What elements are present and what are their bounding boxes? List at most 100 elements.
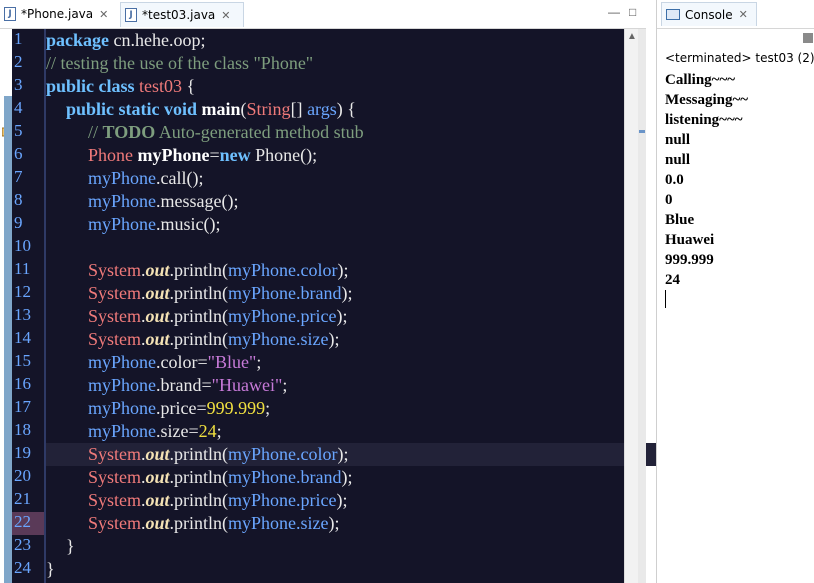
comment: //	[88, 122, 103, 142]
variable: myPhone	[88, 191, 157, 211]
scroll-up-icon[interactable]: ▲	[627, 31, 637, 42]
output-line: null	[665, 132, 691, 148]
code-line[interactable]: System.out.println(myPhone.brand);	[46, 282, 666, 305]
code-line-highlighted[interactable]: System.out.println(myPhone.color);	[46, 443, 666, 466]
number-literal: 999.999	[206, 398, 266, 418]
method-name: main	[197, 99, 241, 119]
todo-tag: TODO	[102, 122, 156, 142]
code-line[interactable]: System.out.println(myPhone.price);	[46, 489, 666, 512]
console-icon	[666, 9, 680, 20]
output-line: 24	[665, 272, 680, 288]
close-icon[interactable]: ✕	[221, 9, 230, 22]
code-text: ;	[282, 375, 288, 395]
code-line[interactable]: myPhone.color="Blue";	[46, 351, 666, 374]
close-icon[interactable]: ✕	[99, 8, 108, 21]
code-text: {	[182, 76, 196, 96]
variable: myPhone	[88, 168, 157, 188]
static-field: out	[145, 260, 170, 280]
code-line[interactable]: myPhone.size=24;	[46, 420, 666, 443]
folding-bar[interactable]	[4, 96, 12, 583]
close-icon[interactable]: ✕	[739, 8, 748, 21]
tab-test03-java[interactable]: J *test03.java ✕	[120, 2, 244, 27]
code-text: []	[290, 99, 308, 119]
output-line: 0.0	[665, 172, 684, 188]
code-line[interactable]: System.out.println(myPhone.price);	[46, 305, 666, 328]
code-text: .println(	[169, 260, 229, 280]
code-line[interactable]: package cn.hehe.oop;	[46, 29, 624, 52]
static-field: out	[145, 467, 170, 487]
line-number: 9	[14, 213, 23, 232]
console-toolbar	[657, 28, 814, 48]
class-name: System	[88, 306, 142, 326]
variable: myPhone	[88, 352, 157, 372]
code-line[interactable]: myPhone.brand="Huawei";	[46, 374, 666, 397]
code-line[interactable]: myPhone.music();	[46, 213, 666, 236]
number-literal: 24	[198, 421, 217, 441]
variable: myPhone	[88, 375, 157, 395]
static-field: out	[145, 283, 170, 303]
code-text: }	[66, 536, 75, 556]
minimize-button[interactable]: —	[608, 5, 620, 19]
code-line[interactable]: // testing the use of the class "Phone"	[46, 52, 624, 75]
code-line[interactable]: public static void main(String[] args) {	[46, 98, 644, 121]
code-line[interactable]	[46, 236, 624, 259]
vertical-scrollbar[interactable]: ▲	[624, 29, 639, 583]
static-field: out	[145, 329, 170, 349]
java-file-icon: J	[4, 7, 16, 21]
field: myPhone.size	[228, 513, 329, 533]
code-text: Phone();	[250, 145, 318, 165]
comment: // testing the use of the class "Phone"	[46, 53, 314, 73]
code-text: .println(	[169, 467, 229, 487]
output-line: Calling~~~	[665, 72, 736, 88]
output-line: Blue	[665, 212, 695, 228]
java-file-icon: J	[125, 8, 137, 22]
code-text: .println(	[169, 283, 229, 303]
output-line: Huawei	[665, 232, 715, 248]
comment: Auto-generated method stub	[155, 122, 364, 142]
field: myPhone.color	[228, 444, 338, 464]
ruler-marker[interactable]	[639, 130, 645, 133]
output-line: 0	[665, 192, 673, 208]
static-field: out	[145, 306, 170, 326]
code-line[interactable]: System.out.println(myPhone.size);	[46, 512, 666, 535]
variable: myPhone	[88, 398, 157, 418]
code-line[interactable]: System.out.println(myPhone.size);	[46, 328, 666, 351]
line-number: 14	[14, 328, 31, 347]
keyword: public class	[46, 76, 135, 96]
code-line[interactable]: public class test03 {	[46, 75, 624, 98]
tab-label: *Phone.java	[21, 7, 94, 21]
maximize-button[interactable]: □	[629, 5, 636, 19]
code-text: );	[341, 283, 353, 303]
code-line[interactable]: System.out.println(myPhone.color);	[46, 259, 666, 282]
code-line[interactable]: Phone myPhone=new Phone();	[46, 144, 666, 167]
console-status: <terminated> test03 (2) [J	[665, 51, 814, 65]
line-number: 12	[14, 282, 31, 301]
keyword: public static void	[66, 99, 198, 119]
field: myPhone.size	[228, 329, 329, 349]
code-text: .println(	[169, 444, 229, 464]
code-text: ;	[265, 398, 271, 418]
code-line[interactable]: System.out.println(myPhone.brand);	[46, 466, 666, 489]
code-text: );	[336, 306, 348, 326]
code-line[interactable]: myPhone.message();	[46, 190, 666, 213]
output-line: null	[665, 152, 691, 168]
static-field: out	[145, 490, 170, 510]
code-line[interactable]: myPhone.price=999.999;	[46, 397, 666, 420]
code-text: );	[328, 329, 340, 349]
code-line[interactable]: }	[46, 558, 624, 581]
line-number: 6	[14, 144, 23, 163]
overview-ruler[interactable]	[638, 29, 646, 583]
line-number: 24	[14, 558, 31, 577]
code-line[interactable]: }	[46, 535, 644, 558]
code-text: );	[337, 444, 349, 464]
code-line[interactable]: myPhone.call();	[46, 167, 666, 190]
terminate-icon[interactable]	[803, 33, 813, 43]
line-number: 11	[14, 259, 31, 278]
line-number: 15	[14, 351, 31, 370]
code-text: .size=	[156, 421, 199, 441]
tab-console[interactable]: Console ✕	[661, 2, 757, 26]
text-cursor	[665, 290, 666, 308]
tab-phone-java[interactable]: J *Phone.java ✕	[4, 2, 116, 26]
code-line[interactable]: // TODO Auto-generated method stub	[46, 121, 666, 144]
field: myPhone.brand	[228, 467, 342, 487]
